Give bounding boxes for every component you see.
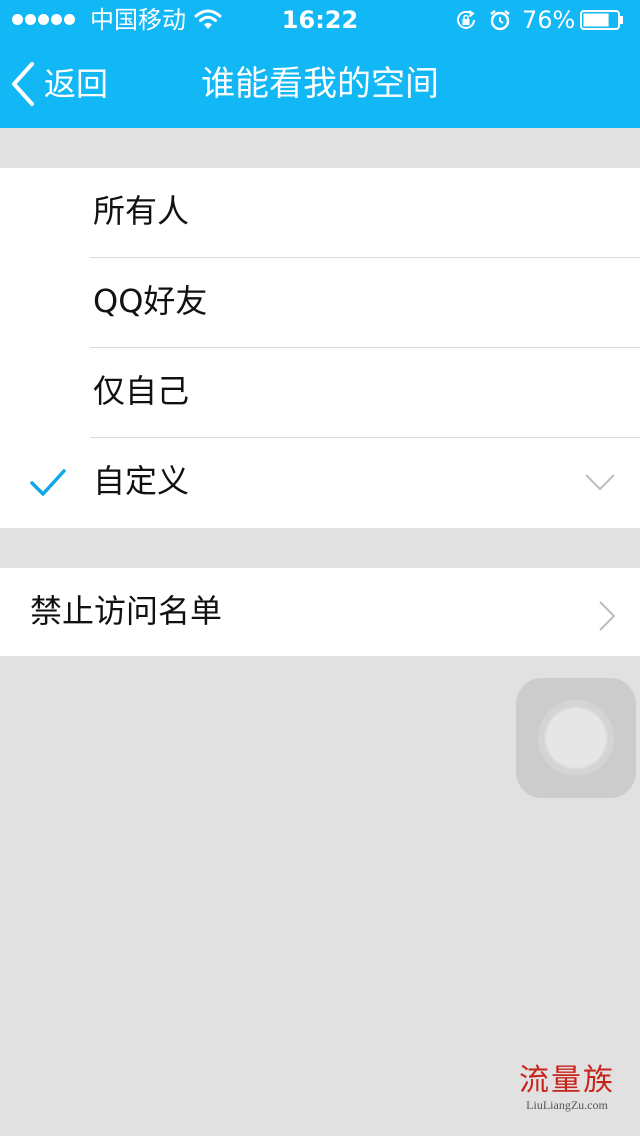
option-label: QQ好友 [93,282,208,320]
watermark-logo: 流量族 LiuLiangZu.com [512,1063,622,1113]
assistive-touch-button[interactable] [516,678,636,798]
option-qq-friends[interactable]: QQ好友 [0,258,640,348]
option-label: 自定义 [93,462,190,500]
visibility-options-list: 所有人 QQ好友 仅自己 自定义 [0,168,640,528]
option-label: 所有人 [93,192,190,230]
option-everyone[interactable]: 所有人 [0,168,640,258]
option-custom[interactable]: 自定义 [0,438,640,528]
watermark-text-en: LiuLiangZu.com [526,1098,608,1112]
status-bar: 中国移动 16:22 76% [0,0,640,40]
chevron-down-icon[interactable] [584,472,616,492]
rotation-lock-icon [457,10,475,29]
blocklist-row[interactable]: 禁止访问名单 [0,568,640,656]
option-label: 仅自己 [93,372,190,410]
blocklist-label: 禁止访问名单 [30,592,223,630]
battery-icon [580,10,623,30]
checkmark-icon [30,469,66,496]
page-title: 谁能看我的空间 [201,64,439,104]
top-bar: 中国移动 16:22 76% 返回 谁能看我的空间 [0,0,640,128]
chevron-right-icon [599,601,616,631]
watermark-text-cn: 流量族 [519,1063,615,1098]
alarm-icon [490,10,510,31]
option-only-me[interactable]: 仅自己 [0,348,640,438]
battery-percent: 76% [522,6,576,34]
navigation-bar: 返回 谁能看我的空间 [0,40,640,128]
